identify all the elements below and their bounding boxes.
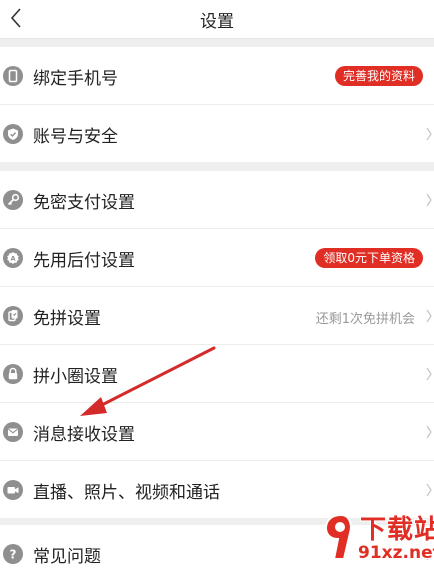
chevron-right-icon [426, 193, 432, 207]
phone-icon [3, 66, 23, 86]
setting-label: 消息接收设置 [33, 425, 135, 445]
setting-label: 免密支付设置 [33, 193, 135, 213]
chevron-right-icon [426, 483, 432, 497]
top-bar: 设置 [0, 0, 434, 39]
settings-group-account: 绑定手机号 完善我的资料 账号与安全 [0, 47, 434, 162]
setting-pay-later[interactable]: A 先用后付设置 领取0元下单资格 [0, 229, 434, 287]
settings-group-help: ? 常见问题 [0, 525, 434, 582]
chevron-right-icon [426, 127, 432, 141]
setting-faq[interactable]: ? 常见问题 [0, 525, 434, 582]
question-icon: ? [3, 544, 23, 564]
video-camera-icon [3, 480, 23, 500]
svg-text:A: A [10, 254, 15, 262]
setting-label: 绑定手机号 [33, 69, 118, 89]
setting-label: 拼小圈设置 [33, 367, 118, 387]
mail-icon [3, 422, 23, 442]
svg-text:?: ? [10, 548, 17, 562]
settings-group-main: 免密支付设置 A 先用后付设置 领取0元下单资格 免拼设置 还剩1次免拼机会 拼… [0, 171, 434, 518]
page-title: 设置 [200, 12, 234, 32]
lock-icon [3, 364, 23, 384]
setting-message-receive[interactable]: 消息接收设置 [0, 403, 434, 461]
setting-skip-group[interactable]: 免拼设置 还剩1次免拼机会 [0, 287, 434, 345]
setting-bind-phone[interactable]: 绑定手机号 完善我的资料 [0, 47, 434, 105]
chevron-right-icon [426, 367, 432, 381]
skip-group-remaining-hint: 还剩1次免拼机会 [315, 312, 415, 327]
chevron-right-icon [426, 547, 432, 561]
setting-label: 免拼设置 [33, 309, 101, 329]
complete-profile-badge[interactable]: 完善我的资料 [334, 66, 423, 86]
skip-group-icon [3, 306, 23, 326]
setting-live-photo-video-call[interactable]: 直播、照片、视频和通话 [0, 461, 434, 518]
setting-label: 直播、照片、视频和通话 [33, 483, 220, 503]
setting-password-free-pay[interactable]: 免密支付设置 [0, 171, 434, 229]
setting-account-security[interactable]: 账号与安全 [0, 105, 434, 162]
key-icon [3, 190, 23, 210]
chevron-right-icon [426, 425, 432, 439]
pay-later-icon: A [3, 248, 23, 268]
zero-yuan-order-badge[interactable]: 领取0元下单资格 [315, 248, 423, 268]
setting-label: 先用后付设置 [33, 251, 135, 271]
setting-label: 常见问题 [33, 547, 101, 567]
setting-pinxiaoquan[interactable]: 拼小圈设置 [0, 345, 434, 403]
chevron-right-icon [426, 309, 432, 323]
shield-icon [3, 124, 23, 144]
setting-label: 账号与安全 [33, 127, 118, 147]
